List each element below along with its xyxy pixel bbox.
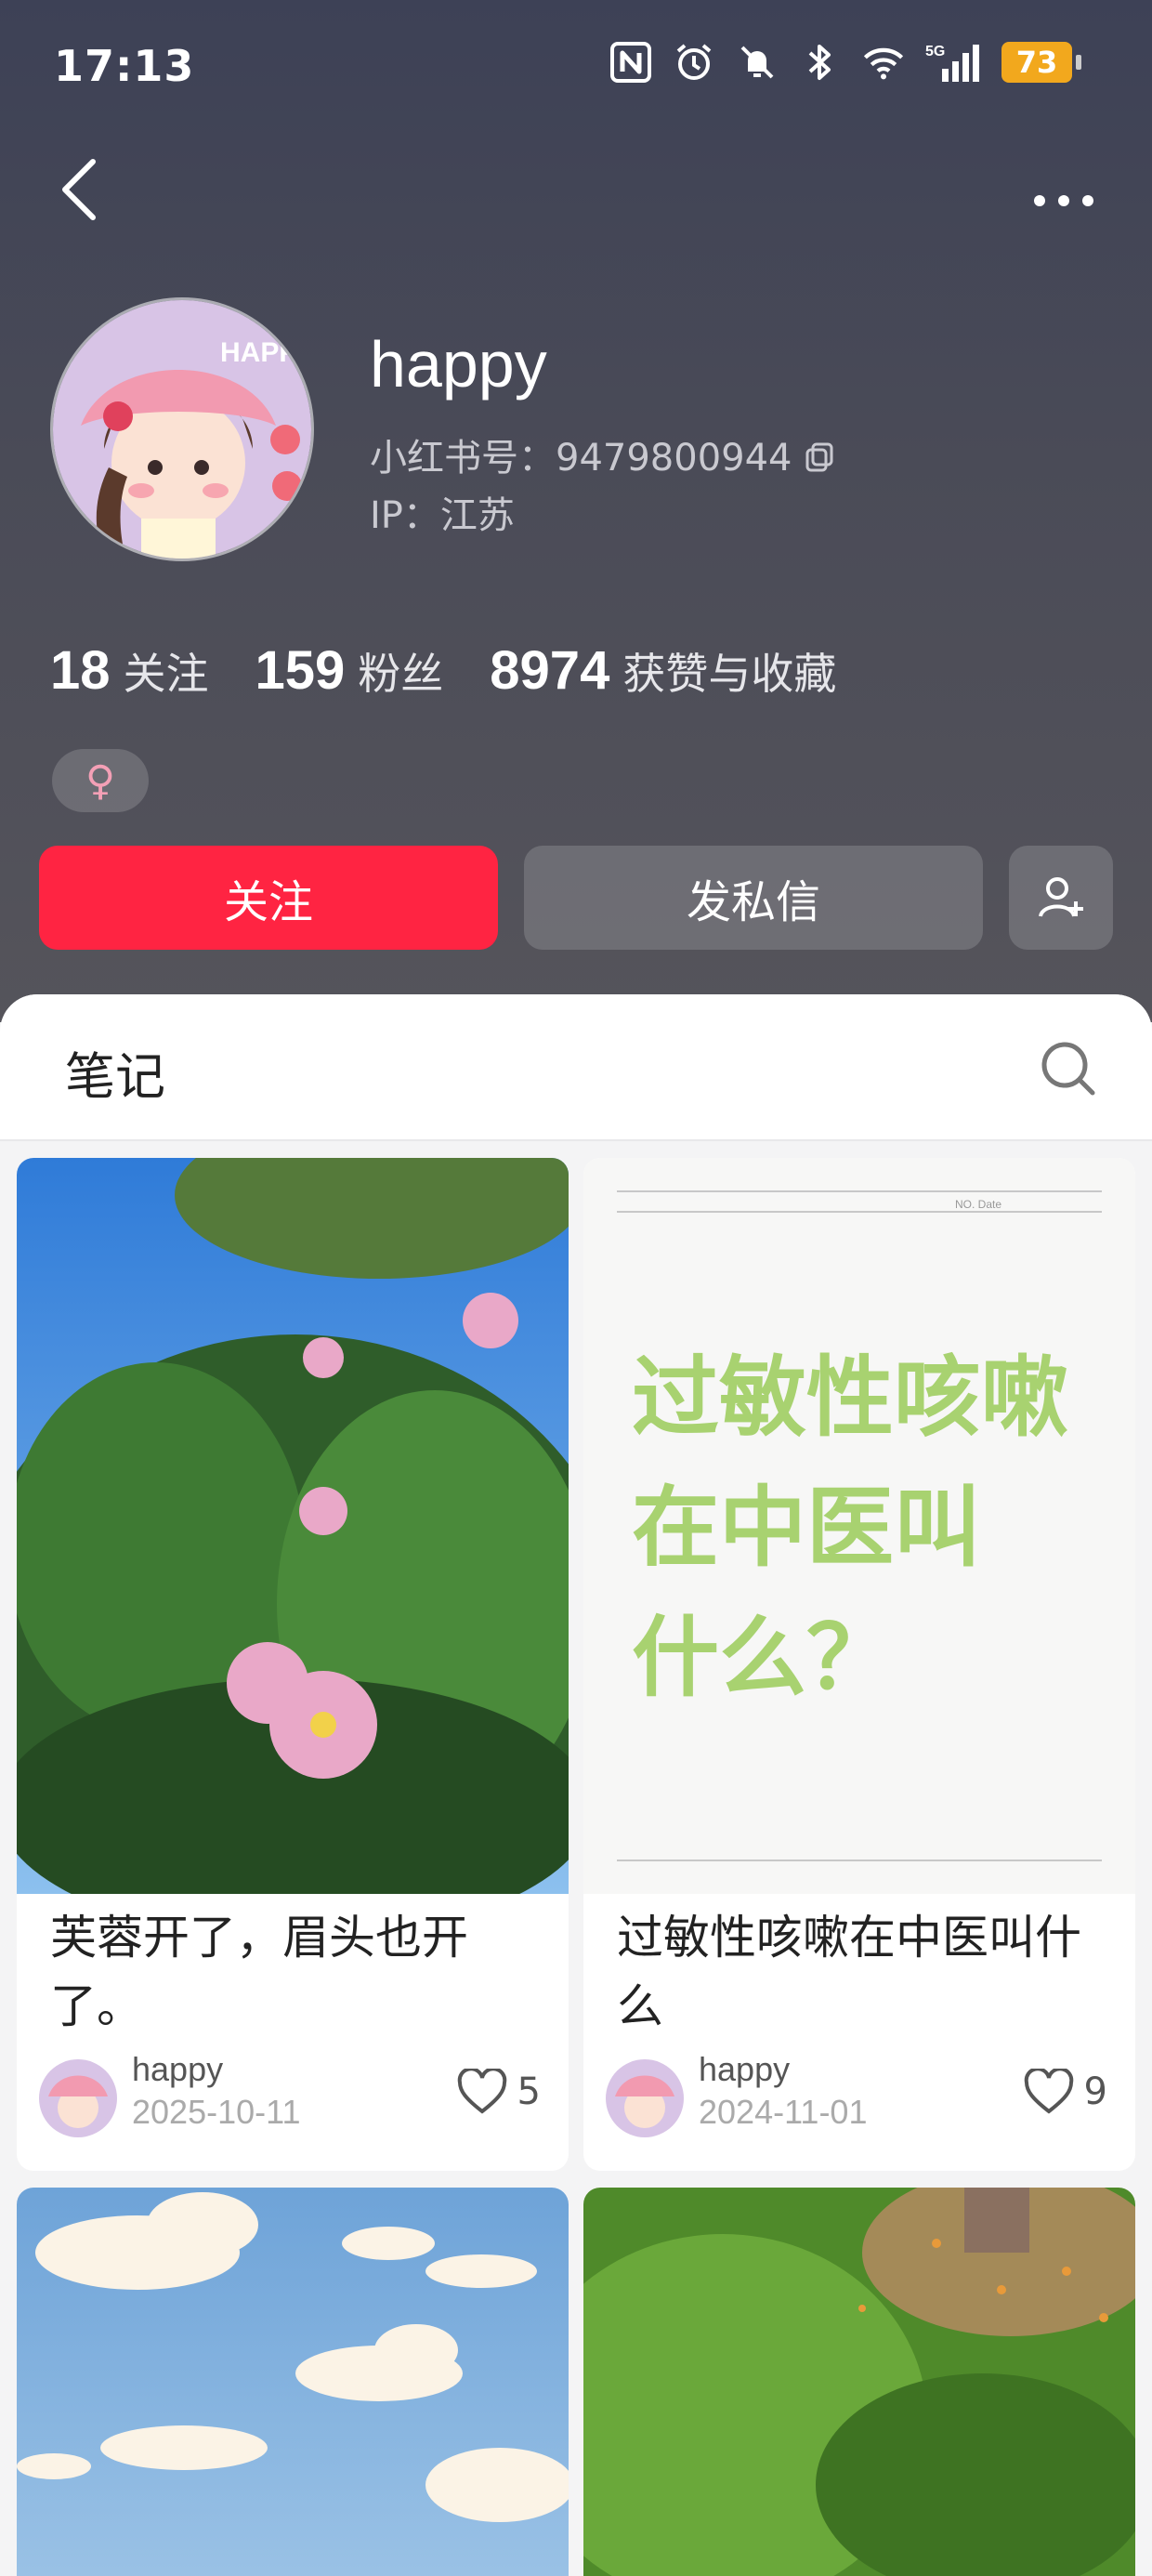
status-bar: 17:13 5G 73 [0,0,1152,130]
alarm-icon [673,41,715,84]
stat-followers-count: 159 [255,640,346,701]
nfc-icon [609,41,652,84]
like-button[interactable]: 5 [456,2069,541,2115]
note-title: 芙蓉开了，眉头也开了。 [50,1911,468,2033]
note-cover-image [583,2188,1135,2576]
heart-icon [1024,2069,1073,2114]
note-card-2[interactable]: NO. Date 过敏性咳嗽 在中医叫 什么？ 过敏性咳嗽在中医叫什么 happ… [583,1158,1135,2171]
note-card-4[interactable] [583,2188,1135,2576]
status-time: 17:13 [54,41,195,91]
note-cover-image [17,2188,569,2576]
wifi-icon [862,41,905,84]
stat-likes-label: 获赞与收藏 [622,649,837,699]
tab-notes[interactable]: 笔记 [65,1035,165,1109]
notes-tabbar: 笔记 [0,994,1152,1141]
note-cover-image: NO. Date 过敏性咳嗽 在中医叫 什么？ [583,1158,1135,1894]
back-arrow-icon [62,159,96,220]
add-friend-button[interactable] [1009,846,1113,950]
network-label: 5G [925,44,945,59]
stat-following-label: 关注 [123,649,209,699]
stat-followers[interactable]: 159 粉丝 [255,639,444,702]
profile-avatar[interactable]: HAPPY [50,297,314,561]
red-id-text: 小红书号：9479800944 [370,437,792,480]
stat-likes-count: 8974 [490,640,610,701]
note-cover-image [17,1158,569,1894]
stat-following[interactable]: 18 关注 [50,639,209,702]
author-avatar [39,2059,117,2137]
cover-header: NO. Date [955,1198,1001,1211]
author-name: happy [699,2050,791,2088]
like-button[interactable]: 9 [1023,2069,1107,2115]
profile-stats: 18 关注 159 粉丝 8974 获赞与收藏 [50,639,883,702]
red-id-row: 小红书号：9479800944 [370,427,835,481]
add-user-icon [1039,877,1083,917]
stat-following-count: 18 [50,640,111,701]
more-button[interactable] [1027,186,1101,214]
signal-5g-icon: 5G [925,41,981,84]
note-card-1[interactable]: 芙蓉开了，眉头也开了。 happy 2025-10-11 5 [17,1158,569,2171]
mute-icon [736,41,779,84]
battery-indicator: 73 [1001,42,1081,83]
bluetooth-icon [799,41,842,84]
search-button[interactable] [1039,1039,1098,1098]
gender-tag: ♀ [52,749,149,812]
copy-icon[interactable] [804,439,835,472]
profile-header: 17:13 5G 73 HAPPY happy 小红书号：9479800944 … [0,0,1152,1022]
author-name: happy [132,2050,224,2088]
search-icon [1041,1042,1095,1096]
stat-followers-label: 粉丝 [358,649,444,699]
avatar-badge-text: HAPPY [220,337,314,368]
cover-line-1: 过敏性咳嗽 [632,1347,1068,1449]
status-icons: 5G 73 [609,41,1081,84]
profile-username: happy [370,328,547,401]
like-count: 5 [517,2070,541,2113]
cover-line-2: 在中医叫 [632,1478,981,1579]
author-avatar [606,2059,684,2137]
back-button[interactable] [52,156,108,221]
cover-line-3: 什么？ [632,1608,894,1709]
follow-button[interactable]: 关注 [39,846,498,950]
note-title: 过敏性咳嗽在中医叫什么 [617,1911,1081,2033]
stat-likes[interactable]: 8974 获赞与收藏 [490,639,836,702]
more-dots-icon [1034,195,1093,206]
notes-section: 笔记 芙蓉开了，眉头也开了。 happy 2025-10-11 5 NO. Da… [0,994,1152,2576]
like-count: 9 [1083,2070,1107,2113]
note-date: 2025-10-11 [132,2093,301,2131]
heart-icon [457,2069,506,2114]
note-date: 2024-11-01 [699,2093,868,2131]
message-button[interactable]: 发私信 [524,846,983,950]
note-card-3[interactable] [17,2188,569,2576]
ip-location: IP：江苏 [370,494,515,537]
female-icon: ♀ [85,756,116,805]
